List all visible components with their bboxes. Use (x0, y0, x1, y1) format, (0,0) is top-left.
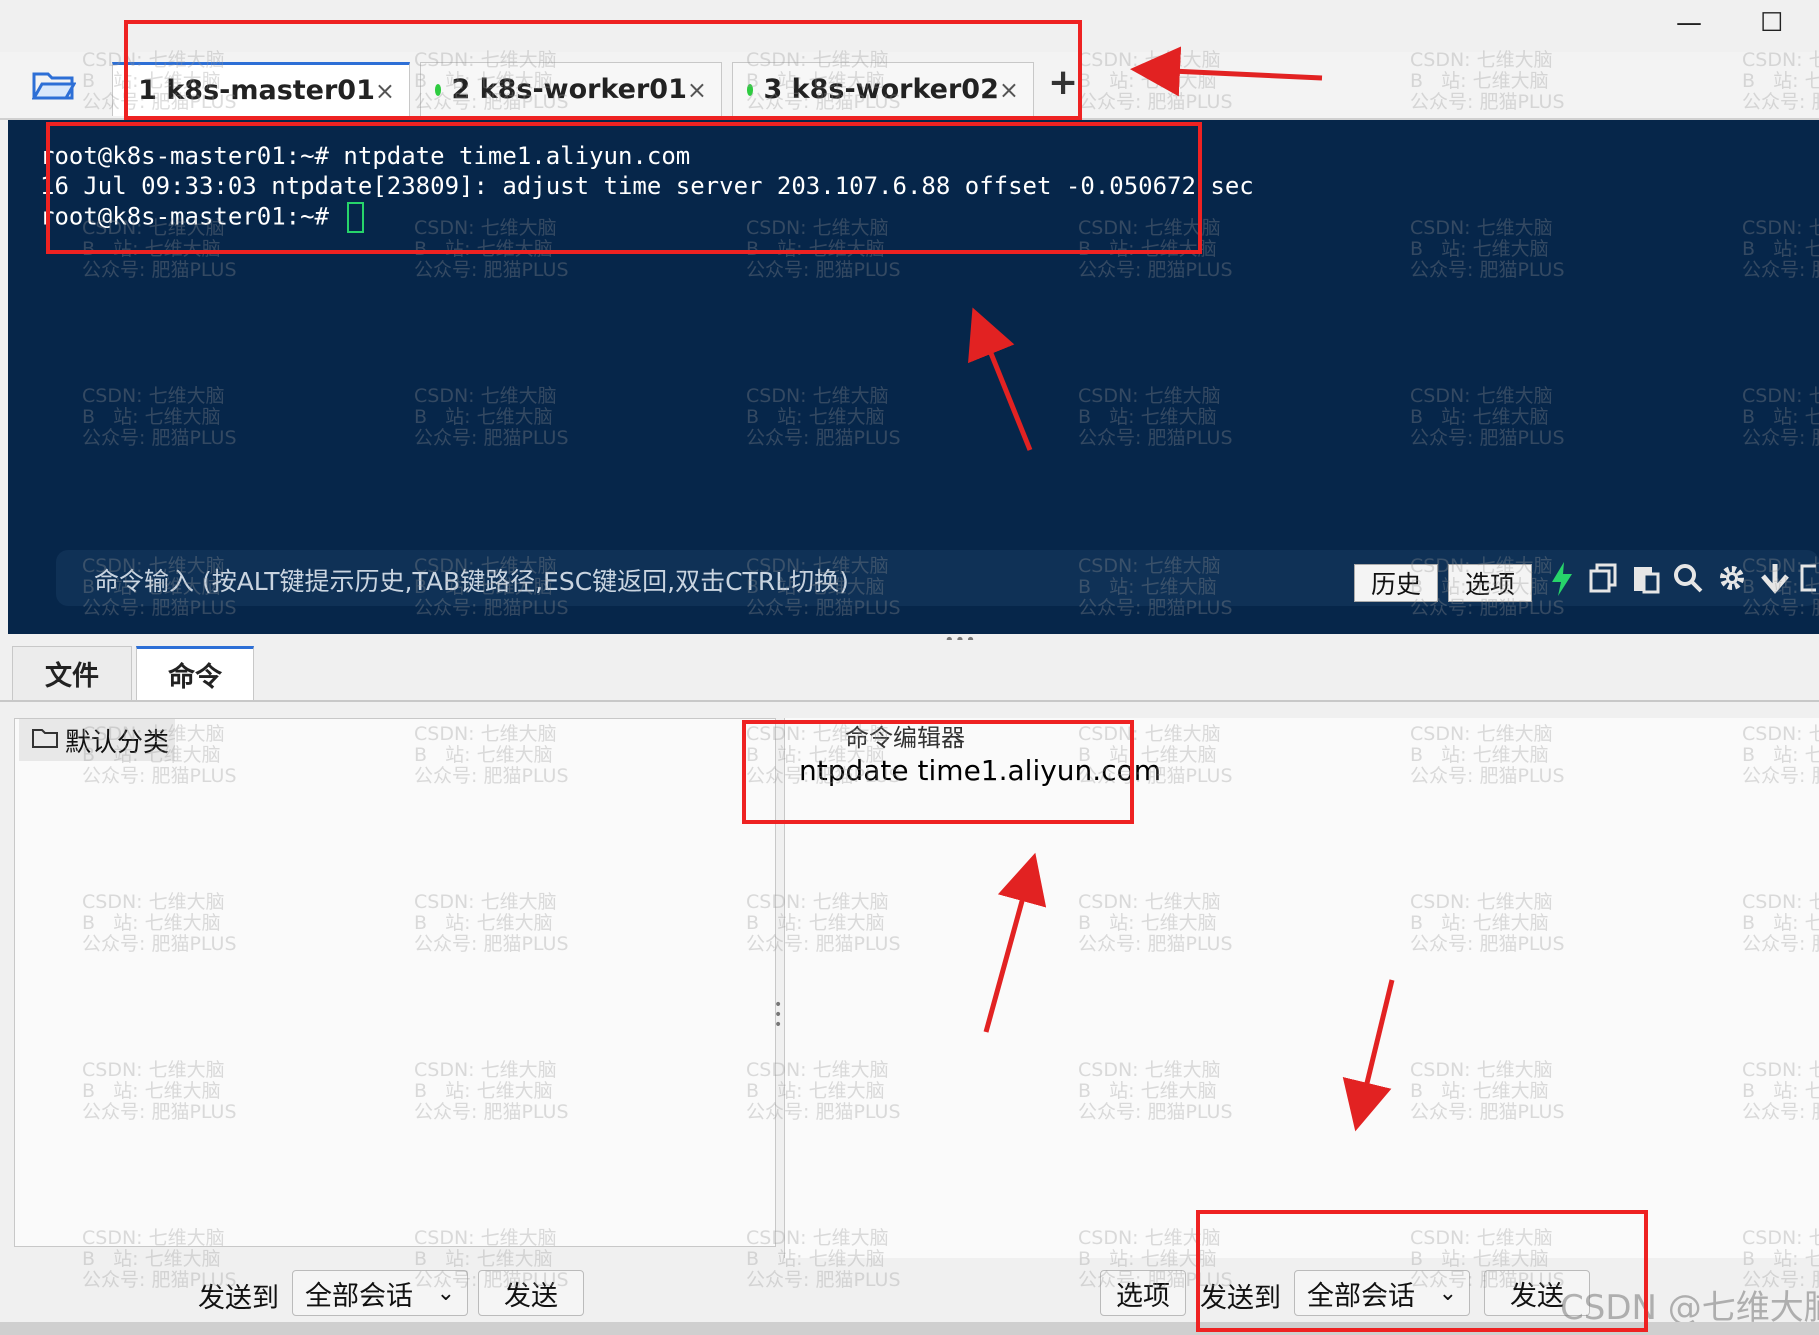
annotation-arrows (968, 46, 1395, 1132)
annotation-arrow (1130, 46, 1323, 97)
annotation-arrow (1342, 979, 1395, 1132)
annotation-arrow (983, 852, 1047, 1033)
annotation-arrow (968, 307, 1033, 451)
